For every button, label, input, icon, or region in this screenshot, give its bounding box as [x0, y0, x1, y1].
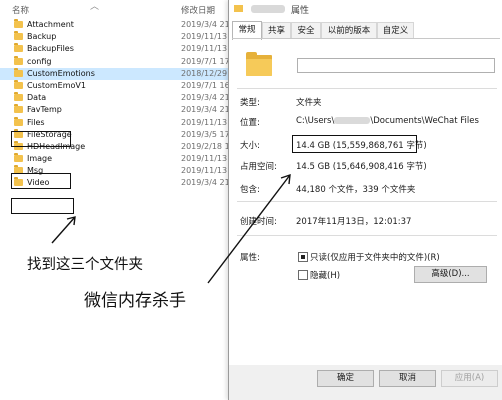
file-list: Attachment 2019/3/4 21 Backup 2019/11/13 Bac…: [0, 19, 230, 190]
file-name: CustomEmotions: [27, 68, 95, 78]
file-date: 2019/3/4 21: [181, 178, 230, 188]
file-date: 2019/3/4 21: [181, 105, 230, 115]
type-label: 类型:: [240, 98, 260, 108]
dialog-title: 属性: [291, 6, 310, 16]
advanced-button[interactable]: 高级(D)...: [414, 266, 487, 283]
folder-icon: [14, 55, 23, 65]
list-item[interactable]: CustomEmotions 2018/12/29: [0, 67, 230, 80]
file-date: 2019/11/13: [181, 44, 228, 54]
highlight-size: [292, 135, 417, 153]
list-item[interactable]: Data 2019/3/4 21: [0, 92, 230, 104]
disk-size-value: 14.5 GB (15,646,908,416 字节): [296, 162, 427, 172]
list-item[interactable]: Files 2019/11/13: [0, 116, 230, 129]
file-name: FavTemp: [27, 105, 62, 115]
file-name: CustomEmoV1: [27, 80, 86, 90]
folder-name-field[interactable]: [297, 58, 495, 73]
file-date: 2019/11/13: [181, 166, 228, 176]
type-value: 文件夹: [296, 98, 322, 108]
hidden-label[interactable]: 隐藏(H): [310, 269, 340, 281]
annotation-wechat-memory-killer: 微信内存杀手: [84, 291, 186, 311]
file-name: BackupFiles: [27, 44, 74, 54]
file-name: Attachment: [27, 20, 74, 29]
list-item[interactable]: FavTemp 2019/3/4 21: [0, 104, 230, 116]
file-date: 2019/3/4 21: [181, 93, 230, 103]
size-label: 大小:: [240, 141, 260, 151]
tab-sharing[interactable]: 共享: [262, 22, 291, 39]
tab-customize[interactable]: 自定义: [377, 22, 414, 39]
file-explorer: 名称 ︿ 修改日期 Attachment 2019/3/4 21 Backup 201…: [0, 0, 230, 400]
file-date: 2019/11/13: [181, 154, 228, 164]
folder-icon: [14, 92, 23, 102]
folder-icon: [14, 79, 23, 89]
folder-icon: [14, 153, 23, 163]
location-value: C:\Users\ \Documents\WeChat Files: [296, 116, 479, 126]
tab-security[interactable]: 安全: [291, 22, 321, 39]
list-item[interactable]: Attachment 2019/3/4 21: [0, 19, 230, 31]
contains-label: 包含:: [240, 185, 260, 195]
folder-icon: [14, 19, 23, 28]
properties-dialog: 属性 常规 共享 安全 以前的版本 自定义 类型: 文件夹 位置: C:\Use…: [228, 0, 502, 400]
contains-value: 44,180 个文件，339 个文件夹: [296, 185, 416, 195]
file-name: Backup: [27, 32, 57, 42]
redacted-folder-name: [251, 5, 285, 13]
folder-icon: [14, 67, 23, 77]
disk-size-label: 占用空间:: [240, 162, 277, 172]
tab-previous-versions[interactable]: 以前的版本: [321, 22, 377, 39]
sort-up-icon: ︿: [90, 2, 100, 12]
folder-icon: [234, 5, 243, 12]
file-date: 2019/11/13: [181, 32, 228, 42]
highlight-image: [11, 173, 71, 189]
folder-icon: [14, 43, 23, 53]
attributes-label: 属性:: [240, 253, 260, 263]
readonly-checkbox[interactable]: [298, 252, 308, 262]
hidden-checkbox[interactable]: [298, 270, 308, 280]
folder-icon: [14, 116, 23, 126]
location-suffix: \Documents\WeChat Files: [370, 116, 479, 126]
location-label: 位置:: [240, 118, 260, 128]
list-item[interactable]: BackupFiles 2019/11/13: [0, 43, 230, 55]
tab-divider: [232, 38, 500, 39]
title-bar[interactable]: 属性: [229, 0, 502, 18]
created-value: 2017年11月13日，12:01:37: [296, 217, 412, 227]
list-item[interactable]: CustomEmoV1 2019/7/1 16: [0, 79, 230, 92]
folder-icon: [14, 31, 23, 41]
folder-icon: [14, 104, 23, 114]
redacted-username: [334, 117, 371, 124]
cancel-button[interactable]: 取消: [379, 370, 436, 387]
divider: [237, 88, 497, 89]
annotation-find-folders: 找到这三个文件夹: [27, 257, 143, 273]
highlight-video: [11, 198, 74, 214]
divider: [237, 235, 497, 236]
file-date: 2019/3/5 17: [181, 129, 230, 139]
file-date: 2019/7/1 16: [181, 80, 230, 90]
readonly-label[interactable]: 只读(仅应用于文件夹中的文件)(R): [310, 251, 440, 263]
file-date: 2019/2/18 1: [181, 141, 230, 151]
list-item[interactable]: config 2019/7/1 17: [0, 55, 230, 68]
folder-large-icon: [246, 52, 272, 76]
file-date: 2019/7/1 17: [181, 56, 230, 66]
location-prefix: C:\Users\: [296, 116, 335, 126]
created-label: 创建时间:: [240, 217, 277, 227]
list-item[interactable]: Backup 2019/11/13: [0, 31, 230, 43]
file-name: Data: [27, 93, 47, 103]
column-header-name[interactable]: 名称: [12, 4, 29, 16]
file-date: 2018/12/29: [181, 68, 228, 78]
highlight-files: [11, 131, 71, 147]
apply-button[interactable]: 应用(A): [441, 370, 498, 387]
column-header-date[interactable]: 修改日期: [181, 4, 215, 16]
file-name: Files: [27, 117, 45, 127]
file-name: Image: [27, 154, 53, 164]
file-name: config: [27, 56, 52, 66]
file-date: 2019/3/4 21: [181, 20, 230, 29]
ok-button[interactable]: 确定: [317, 370, 374, 387]
divider: [237, 201, 497, 202]
list-item[interactable]: Image 2019/11/13: [0, 153, 230, 165]
file-date: 2019/11/13: [181, 117, 228, 127]
